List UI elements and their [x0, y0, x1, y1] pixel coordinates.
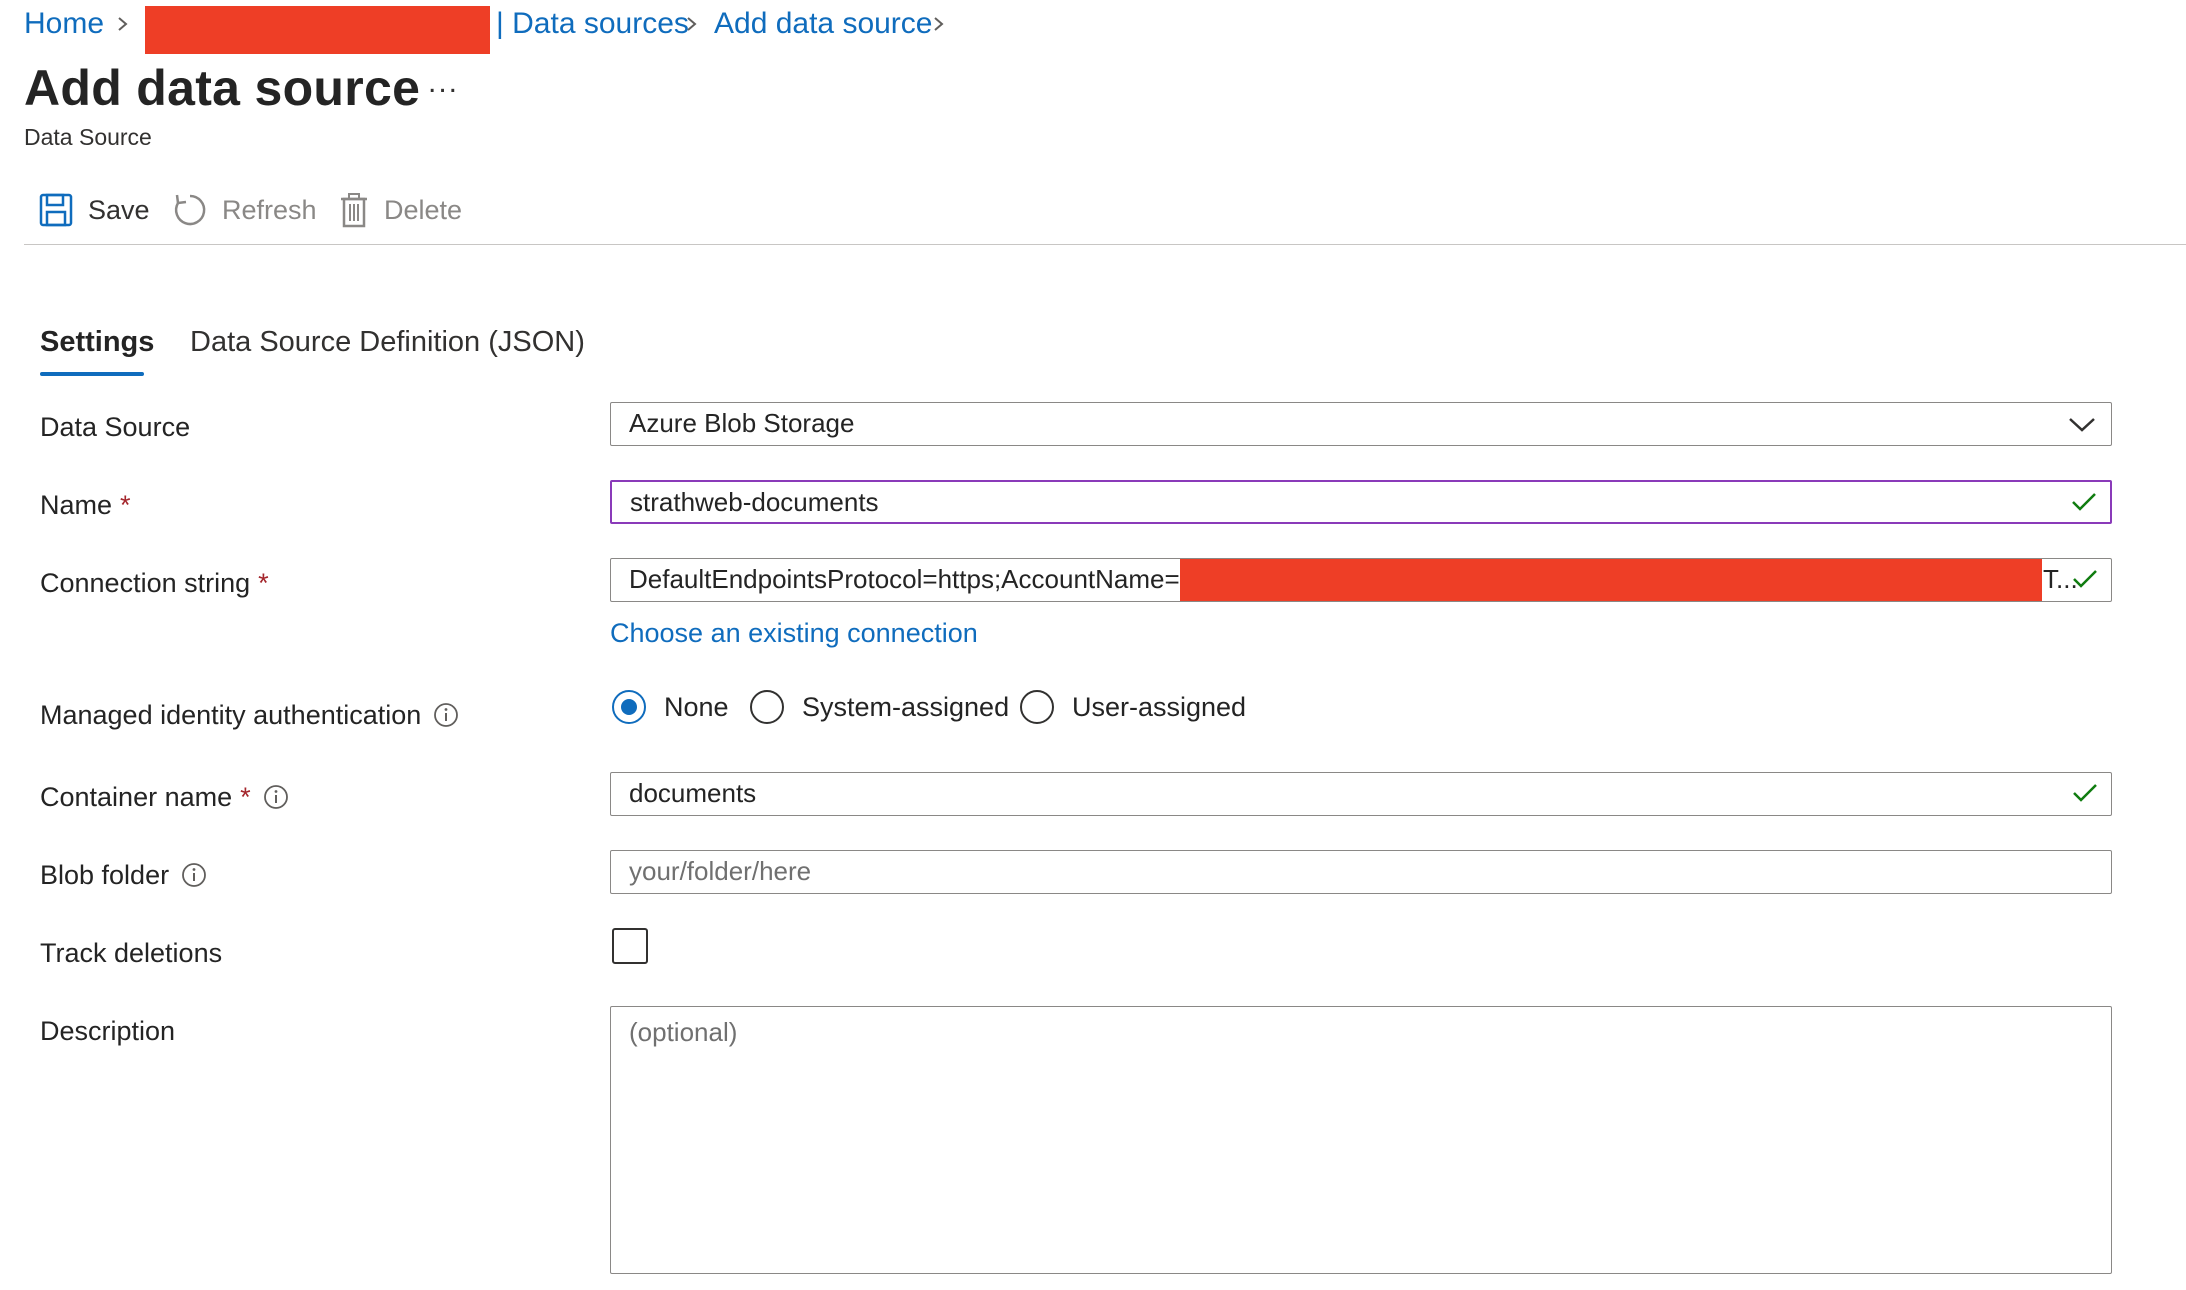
name-label: Name *: [40, 488, 131, 522]
refresh-icon: [174, 194, 206, 226]
breadcrumb-add-data-source[interactable]: Add data source: [714, 6, 932, 42]
save-icon: [39, 193, 73, 227]
radio-button-selected[interactable]: [612, 690, 646, 724]
container-name-label-text: Container name: [40, 782, 233, 812]
page-subtitle: Data Source: [24, 124, 152, 150]
blob-folder-label: Blob folder: [40, 858, 207, 892]
connection-string-input[interactable]: DefaultEndpointsProtocol=https;AccountNa…: [610, 558, 2112, 602]
chevron-right-icon: [687, 17, 697, 31]
checkmark-icon: [2072, 493, 2096, 511]
blob-folder-label-text: Blob folder: [40, 860, 170, 890]
redacted-breadcrumb-item: [145, 6, 490, 54]
redacted-connection-secret: [1180, 559, 2042, 601]
description-label: Description: [40, 1014, 175, 1048]
name-value: strathweb-documents: [630, 487, 879, 517]
save-label: Save: [88, 194, 150, 225]
data-source-dropdown[interactable]: Azure Blob Storage: [610, 402, 2112, 446]
name-input[interactable]: strathweb-documents: [610, 480, 2112, 524]
container-name-label: Container name *: [40, 780, 289, 814]
refresh-button[interactable]: Refresh: [172, 188, 317, 232]
data-source-value: Azure Blob Storage: [629, 408, 855, 438]
required-marker: *: [240, 782, 251, 812]
container-name-value: documents: [629, 778, 757, 808]
info-icon[interactable]: [181, 862, 207, 888]
blob-folder-placeholder: your/folder/here: [629, 856, 812, 886]
data-source-label: Data Source: [40, 410, 190, 444]
save-button[interactable]: Save: [38, 188, 150, 232]
radio-system-assigned-label: System-assigned: [802, 691, 1010, 722]
more-options-button[interactable]: ...: [428, 66, 459, 100]
delete-button[interactable]: Delete: [338, 188, 462, 232]
tab-json-definition[interactable]: Data Source Definition (JSON): [190, 324, 585, 360]
chevron-right-icon: [934, 17, 944, 31]
radio-system-assigned[interactable]: System-assigned: [750, 690, 1009, 724]
radio-button[interactable]: [750, 690, 784, 724]
refresh-label: Refresh: [222, 194, 317, 225]
connection-string-value: DefaultEndpointsProtocol=https;AccountNa…: [629, 564, 1180, 594]
checkmark-icon: [2073, 570, 2097, 588]
delete-icon: [341, 193, 367, 228]
info-icon[interactable]: [433, 702, 459, 728]
choose-existing-connection-link[interactable]: Choose an existing connection: [610, 616, 978, 650]
page-title: Add data source: [24, 60, 421, 116]
managed-identity-label: Managed identity authentication: [40, 698, 459, 732]
delete-label: Delete: [384, 194, 463, 225]
description-textarea[interactable]: (optional): [610, 1006, 2112, 1274]
info-icon[interactable]: [263, 784, 289, 810]
required-marker: *: [258, 568, 269, 598]
track-deletions-label-text: Track deletions: [40, 938, 223, 968]
chevron-down-icon: [2069, 418, 2095, 432]
radio-user-assigned-label: User-assigned: [1072, 691, 1247, 722]
track-deletions-checkbox[interactable]: [612, 928, 648, 964]
tab-active-indicator: [40, 372, 144, 376]
radio-user-assigned[interactable]: User-assigned: [1020, 690, 1246, 724]
toolbar-divider: [24, 244, 2186, 245]
radio-none[interactable]: None: [612, 690, 729, 724]
connection-string-label: Connection string *: [40, 566, 269, 600]
chevron-right-icon: [118, 17, 128, 31]
radio-none-label: None: [664, 691, 729, 722]
required-marker: *: [120, 490, 131, 520]
radio-button[interactable]: [1020, 690, 1054, 724]
blob-folder-input[interactable]: your/folder/here: [610, 850, 2112, 894]
track-deletions-label: Track deletions: [40, 936, 222, 970]
description-label-text: Description: [40, 1016, 176, 1046]
tab-settings[interactable]: Settings: [40, 324, 154, 360]
breadcrumb-data-sources[interactable]: | Data sources: [496, 6, 689, 42]
container-name-input[interactable]: documents: [610, 772, 2112, 816]
name-label-text: Name: [40, 490, 113, 520]
managed-identity-label-text: Managed identity authentication: [40, 700, 422, 730]
breadcrumb-home[interactable]: Home: [24, 6, 104, 42]
description-placeholder: (optional): [629, 1017, 738, 1047]
checkmark-icon: [2073, 784, 2097, 802]
connection-string-label-text: Connection string: [40, 568, 251, 598]
data-source-label-text: Data Source: [40, 412, 191, 442]
